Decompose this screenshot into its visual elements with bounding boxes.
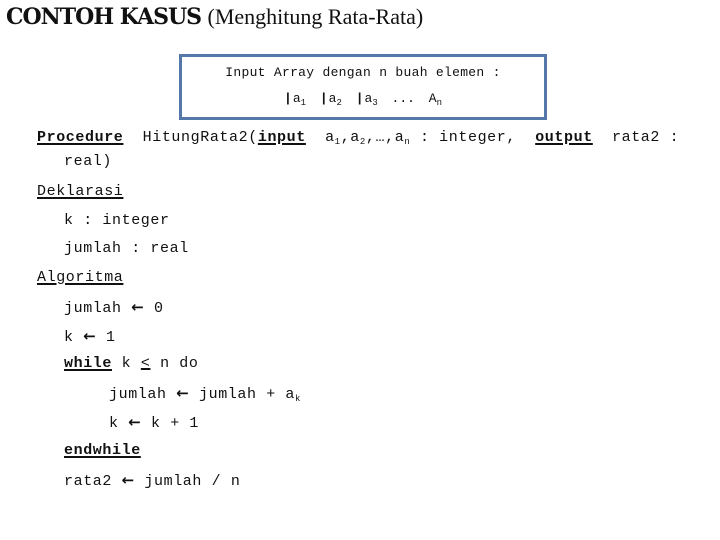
- array-element: |a3: [355, 91, 378, 108]
- array-element-last: An: [428, 91, 442, 108]
- input-keyword: input: [257, 129, 306, 146]
- output-keyword: output: [535, 129, 593, 146]
- assign-arrow-icon: ←: [176, 384, 190, 402]
- assign-statement: k ← 1: [64, 327, 116, 346]
- array-box-caption: Input Array dengan n buah elemen :: [225, 65, 501, 80]
- procedure-keyword: Procedure: [37, 129, 124, 146]
- title-bold: CONTOH KASUS: [6, 4, 202, 30]
- output-name: rata2 :: [612, 129, 680, 146]
- element-divider: |: [319, 91, 328, 106]
- assign-arrow-icon: ←: [128, 413, 142, 431]
- title-subtitle: (Menghitung Rata-Rata): [207, 4, 424, 29]
- array-input-box: Input Array dengan n buah elemen : |a1 |…: [179, 54, 547, 120]
- array-element: |a1: [284, 91, 307, 108]
- procedure-continuation: real): [64, 153, 113, 170]
- assign-arrow-icon: ←: [131, 298, 145, 316]
- param: a1: [325, 129, 341, 147]
- assign-statement: k ← k + 1: [109, 413, 200, 432]
- endwhile-keyword: endwhile: [64, 442, 141, 459]
- while-statement: while k < n do: [64, 355, 199, 372]
- assign-arrow-icon: ←: [121, 471, 135, 489]
- while-keyword: while: [64, 355, 113, 372]
- less-equal-operator: <: [140, 355, 151, 372]
- declaration-line: k : integer: [64, 212, 170, 229]
- declaration-line: jumlah : real: [64, 240, 189, 257]
- procedure-header: Procedure HitungRata2(input a1,a2,…,an :…: [37, 129, 680, 147]
- assign-statement: jumlah ← 0: [64, 298, 164, 317]
- param: a2: [350, 129, 366, 147]
- deklarasi-heading: Deklarasi: [37, 183, 124, 200]
- slide-title: CONTOH KASUS (Menghitung Rata-Rata): [6, 4, 423, 30]
- assign-arrow-icon: ←: [83, 327, 97, 345]
- element-divider: |: [284, 91, 292, 106]
- array-box-elements: |a1 |a2 |a3 ... An: [182, 91, 544, 108]
- input-type: : integer,: [419, 129, 516, 146]
- algoritma-heading: Algoritma: [37, 269, 124, 286]
- assign-statement: rata2 ← jumlah / n: [64, 471, 241, 490]
- array-element: |a2: [319, 91, 342, 108]
- procedure-name: HitungRata2(: [142, 129, 258, 146]
- param-last: an: [394, 129, 411, 147]
- array-ellipsis: ...: [391, 91, 415, 106]
- assign-statement: jumlah ← jumlah + ak: [109, 384, 302, 404]
- element-divider: |: [355, 91, 364, 106]
